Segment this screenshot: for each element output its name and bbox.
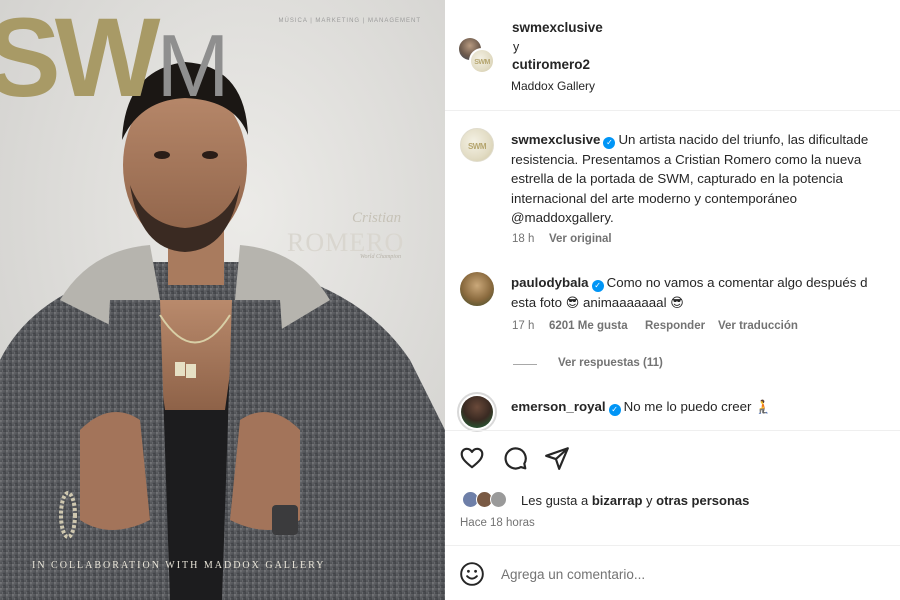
caption-time: 18 h	[512, 233, 535, 245]
header-username-2[interactable]: cutiromero2	[512, 57, 590, 72]
caption-line-3: estrella de la portada de SWM, capturado…	[511, 171, 843, 186]
verified-badge-icon: ✓	[603, 137, 616, 149]
see-original-link[interactable]: Ver original	[549, 233, 612, 245]
sunglasses-emoji-icon: 😎	[565, 294, 580, 310]
likes-others[interactable]: otras personas	[656, 493, 749, 508]
header-location[interactable]: Maddox Gallery	[511, 79, 595, 93]
header-divider	[445, 110, 900, 111]
post-image[interactable]: SWM MÚSICA | MARKETING | MANAGEMENT Cris…	[0, 0, 445, 600]
avatar-swmexclusive-caption[interactable]: SWM	[460, 128, 494, 162]
reply-button[interactable]: Responder	[645, 320, 705, 332]
comment-icon	[504, 447, 527, 470]
verified-badge-icon: ✓	[591, 280, 604, 292]
comment-emerson-text: emerson_royal ✓ No me lo puedo creer 🧎	[511, 397, 891, 417]
comment-box-divider	[445, 545, 900, 546]
person-emoji-icon: 🧎	[755, 399, 772, 414]
sunglasses-emoji-icon: 😎	[670, 294, 684, 310]
comment-dybala-text: paulodybala ✓ Como no vamos a comentar alg…	[511, 273, 891, 312]
share-icon	[545, 447, 569, 470]
likes-summary: Les gusta a bizarrap y otras personas	[521, 493, 749, 508]
comment-dybala-likes[interactable]: 6201 Me gusta	[549, 320, 628, 332]
comment-button[interactable]	[501, 444, 529, 472]
likes-prefix: Les gusta a	[521, 493, 592, 508]
post-panel: SWM swmexclusive y cutiromero2 Maddox Ga…	[445, 0, 900, 600]
heart-icon	[460, 447, 484, 469]
comment-dybala-line-2b: animaaaaaaal	[582, 294, 667, 310]
comment-dybala-time: 17 h	[512, 320, 535, 332]
verified-badge-icon: ✓	[608, 404, 621, 416]
comment-dybala-username[interactable]: paulodybala	[511, 275, 589, 290]
avatar-emerson-royal[interactable]	[457, 392, 497, 432]
caption-line-5[interactable]: @maddoxgallery.	[511, 208, 891, 228]
comment-emerson-body: No me lo puedo creer	[623, 399, 752, 414]
header-username-1[interactable]: swmexclusive	[512, 20, 603, 35]
avatar-swmexclusive-header[interactable]: SWM	[469, 48, 495, 74]
comment-dybala-line-2a: esta foto	[511, 294, 563, 310]
avatar-paulodybala[interactable]	[460, 272, 494, 306]
cover-name-sub: World Champion	[360, 254, 401, 260]
comment-input[interactable]	[501, 563, 831, 585]
translate-link[interactable]: Ver traducción	[718, 320, 798, 332]
likers-avatar-3	[490, 491, 507, 508]
caption-line-2: resistencia. Presentamos a Cristian Rome…	[511, 151, 862, 167]
caption-line-1: Un artista nacido del triunfo, las dific…	[618, 132, 869, 147]
emoji-picker-button[interactable]	[458, 560, 486, 588]
cover-collab-line: In collaboration with Maddox Gallery	[32, 560, 326, 571]
likes-middle: y	[642, 493, 657, 508]
comment-dybala-line-1: Como no vamos a comentar algo después d	[606, 275, 868, 290]
replies-dash	[513, 364, 537, 365]
actions-divider	[445, 430, 900, 431]
cover-topline: MÚSICA | MARKETING | MANAGEMENT	[278, 18, 421, 24]
header-joiner: y	[513, 40, 520, 54]
comment-emerson-username[interactable]: emerson_royal	[511, 399, 606, 414]
caption-line-4: internacional del arte moderno y contemp…	[511, 190, 798, 206]
view-replies-link[interactable]: Ver respuestas (11)	[558, 357, 663, 369]
caption-text: swmexclusive ✓ Un artista nacido del triun…	[511, 130, 891, 228]
like-button[interactable]	[458, 444, 486, 472]
caption-username[interactable]: swmexclusive	[511, 132, 600, 147]
post-timestamp: Hace 18 horas	[460, 517, 535, 529]
share-button[interactable]	[543, 444, 571, 472]
cover-name-first: Cristian	[352, 210, 402, 226]
cover-magazine-logo: SWM	[0, 0, 230, 120]
likes-user[interactable]: bizarrap	[592, 493, 643, 508]
smiley-icon	[460, 562, 484, 586]
